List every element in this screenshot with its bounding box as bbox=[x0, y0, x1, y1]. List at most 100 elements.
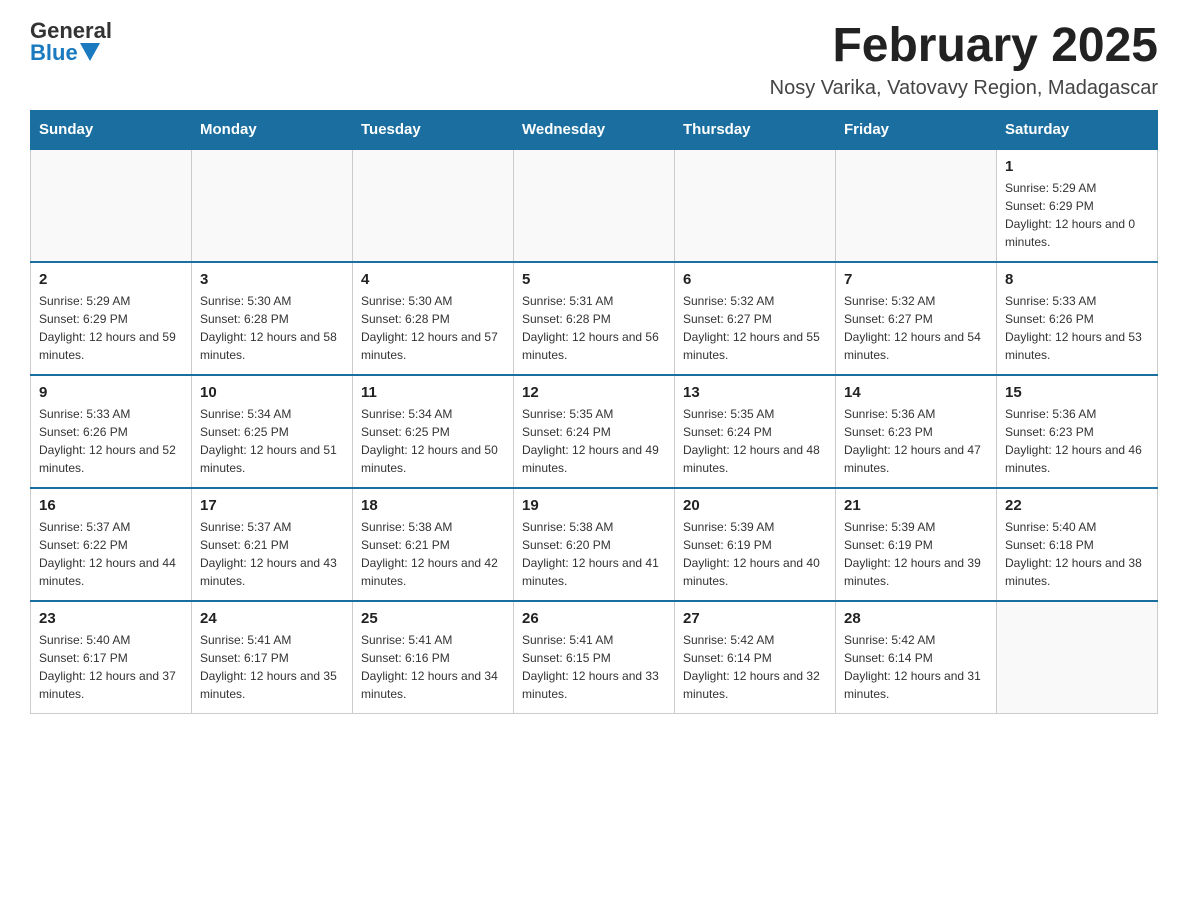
day-info-line: Daylight: 12 hours and 54 minutes. bbox=[844, 328, 988, 364]
day-info-line: Sunrise: 5:39 AM bbox=[844, 518, 988, 536]
header-row: Sunday Monday Tuesday Wednesday Thursday… bbox=[31, 110, 1158, 149]
day-info-line: Daylight: 12 hours and 33 minutes. bbox=[522, 667, 666, 703]
day-number: 7 bbox=[844, 271, 988, 288]
day-info-line: Daylight: 12 hours and 42 minutes. bbox=[361, 554, 505, 590]
col-monday: Monday bbox=[192, 110, 353, 149]
day-info-line: Sunset: 6:28 PM bbox=[200, 310, 344, 328]
calendar-week-row: 1Sunrise: 5:29 AMSunset: 6:29 PMDaylight… bbox=[31, 149, 1158, 262]
day-info-line: Sunset: 6:24 PM bbox=[683, 423, 827, 441]
day-number: 8 bbox=[1005, 271, 1149, 288]
calendar-cell: 10Sunrise: 5:34 AMSunset: 6:25 PMDayligh… bbox=[192, 375, 353, 488]
day-info-line: Daylight: 12 hours and 57 minutes. bbox=[361, 328, 505, 364]
day-info-line: Sunset: 6:16 PM bbox=[361, 649, 505, 667]
day-info-line: Sunset: 6:27 PM bbox=[683, 310, 827, 328]
calendar-week-row: 16Sunrise: 5:37 AMSunset: 6:22 PMDayligh… bbox=[31, 488, 1158, 601]
day-info-line: Daylight: 12 hours and 35 minutes. bbox=[200, 667, 344, 703]
calendar-cell: 17Sunrise: 5:37 AMSunset: 6:21 PMDayligh… bbox=[192, 488, 353, 601]
day-info-line: Sunrise: 5:38 AM bbox=[361, 518, 505, 536]
day-info-line: Sunset: 6:23 PM bbox=[1005, 423, 1149, 441]
calendar-cell bbox=[836, 149, 997, 262]
day-info-line: Sunrise: 5:42 AM bbox=[683, 631, 827, 649]
day-info-line: Sunrise: 5:37 AM bbox=[200, 518, 344, 536]
day-number: 5 bbox=[522, 271, 666, 288]
calendar-cell: 4Sunrise: 5:30 AMSunset: 6:28 PMDaylight… bbox=[353, 262, 514, 375]
day-info-line: Sunset: 6:14 PM bbox=[683, 649, 827, 667]
day-info-line: Sunrise: 5:29 AM bbox=[1005, 179, 1149, 197]
day-info-line: Sunset: 6:14 PM bbox=[844, 649, 988, 667]
calendar-cell bbox=[514, 149, 675, 262]
day-info-line: Sunset: 6:25 PM bbox=[361, 423, 505, 441]
day-info-line: Sunrise: 5:40 AM bbox=[39, 631, 183, 649]
calendar-cell: 26 Sunrise: 5:41 AMSunset: 6:15 PMDayligh… bbox=[514, 601, 675, 714]
day-info-line: Daylight: 12 hours and 47 minutes. bbox=[844, 441, 988, 477]
calendar-cell: 19Sunrise: 5:38 AMSunset: 6:20 PMDayligh… bbox=[514, 488, 675, 601]
day-info-line: Sunset: 6:27 PM bbox=[844, 310, 988, 328]
day-info-line: Daylight: 12 hours and 31 minutes. bbox=[844, 667, 988, 703]
day-info-line: Sunrise: 5:34 AM bbox=[200, 405, 344, 423]
calendar-cell: 20Sunrise: 5:39 AMSunset: 6:19 PMDayligh… bbox=[675, 488, 836, 601]
day-info-line: Sunrise: 5:37 AM bbox=[39, 518, 183, 536]
day-number: 26 bbox=[522, 610, 666, 627]
day-info-line: Sunset: 6:20 PM bbox=[522, 536, 666, 554]
day-info-line: Daylight: 12 hours and 34 minutes. bbox=[361, 667, 505, 703]
day-info-line: Sunrise: 5:29 AM bbox=[39, 292, 183, 310]
day-number: 25 bbox=[361, 610, 505, 627]
col-wednesday: Wednesday bbox=[514, 110, 675, 149]
calendar-cell: 27Sunrise: 5:42 AMSunset: 6:14 PMDayligh… bbox=[675, 601, 836, 714]
col-thursday: Thursday bbox=[675, 110, 836, 149]
day-info-line: Daylight: 12 hours and 43 minutes. bbox=[200, 554, 344, 590]
calendar-cell: 9Sunrise: 5:33 AMSunset: 6:26 PMDaylight… bbox=[31, 375, 192, 488]
day-info-line: Sunset: 6:21 PM bbox=[200, 536, 344, 554]
day-number: 4 bbox=[361, 271, 505, 288]
calendar-cell: 24Sunrise: 5:41 AMSunset: 6:17 PMDayligh… bbox=[192, 601, 353, 714]
day-info-line: Daylight: 12 hours and 46 minutes. bbox=[1005, 441, 1149, 477]
day-info-line: Sunset: 6:22 PM bbox=[39, 536, 183, 554]
calendar-cell bbox=[31, 149, 192, 262]
day-info-line: Sunrise: 5:42 AM bbox=[844, 631, 988, 649]
day-info-line: Sunset: 6:25 PM bbox=[200, 423, 344, 441]
calendar-cell: 6Sunrise: 5:32 AMSunset: 6:27 PMDaylight… bbox=[675, 262, 836, 375]
day-number: 23 bbox=[39, 610, 183, 627]
day-info-line: Sunset: 6:17 PM bbox=[200, 649, 344, 667]
day-info-line: Daylight: 12 hours and 56 minutes. bbox=[522, 328, 666, 364]
day-info-line: Daylight: 12 hours and 51 minutes. bbox=[200, 441, 344, 477]
calendar-week-row: 2Sunrise: 5:29 AMSunset: 6:29 PMDaylight… bbox=[31, 262, 1158, 375]
calendar-cell: 11Sunrise: 5:34 AMSunset: 6:25 PMDayligh… bbox=[353, 375, 514, 488]
day-info-line: Daylight: 12 hours and 0 minutes. bbox=[1005, 215, 1149, 251]
day-info-line: Sunrise: 5:38 AM bbox=[522, 518, 666, 536]
day-info-line: Daylight: 12 hours and 40 minutes. bbox=[683, 554, 827, 590]
day-number: 15 bbox=[1005, 384, 1149, 401]
day-info-line: Sunrise: 5:32 AM bbox=[683, 292, 827, 310]
day-info-line: Daylight: 12 hours and 59 minutes. bbox=[39, 328, 183, 364]
logo: General Blue bbox=[30, 20, 112, 64]
day-info-line: Sunset: 6:18 PM bbox=[1005, 536, 1149, 554]
month-title: February 2025 bbox=[770, 20, 1158, 73]
logo-blue-text: Blue bbox=[30, 42, 78, 64]
day-info-line: Sunrise: 5:30 AM bbox=[361, 292, 505, 310]
day-info-line: Sunrise: 5:30 AM bbox=[200, 292, 344, 310]
col-friday: Friday bbox=[836, 110, 997, 149]
day-info-line: Daylight: 12 hours and 48 minutes. bbox=[683, 441, 827, 477]
calendar-cell: 28 Sunrise: 5:42 AMSunset: 6:14 PMDayligh… bbox=[836, 601, 997, 714]
day-number: 20 bbox=[683, 497, 827, 514]
col-sunday: Sunday bbox=[31, 110, 192, 149]
day-number: 13 bbox=[683, 384, 827, 401]
day-info-line: Sunrise: 5:39 AM bbox=[683, 518, 827, 536]
calendar-cell: 21Sunrise: 5:39 AMSunset: 6:19 PMDayligh… bbox=[836, 488, 997, 601]
calendar-cell: 16Sunrise: 5:37 AMSunset: 6:22 PMDayligh… bbox=[31, 488, 192, 601]
day-info-line: Daylight: 12 hours and 41 minutes. bbox=[522, 554, 666, 590]
day-info-line: Sunset: 6:15 PM bbox=[522, 649, 666, 667]
day-info-line: Daylight: 12 hours and 49 minutes. bbox=[522, 441, 666, 477]
day-info-line: Sunset: 6:19 PM bbox=[844, 536, 988, 554]
day-info-line: Sunrise: 5:41 AM bbox=[361, 631, 505, 649]
day-number: 9 bbox=[39, 384, 183, 401]
day-info-line: Sunrise: 5:41 AM bbox=[522, 631, 666, 649]
day-number: 1 bbox=[1005, 158, 1149, 175]
col-tuesday: Tuesday bbox=[353, 110, 514, 149]
calendar-cell: 5Sunrise: 5:31 AMSunset: 6:28 PMDaylight… bbox=[514, 262, 675, 375]
day-info-line: Daylight: 12 hours and 52 minutes. bbox=[39, 441, 183, 477]
calendar-cell: 15Sunrise: 5:36 AMSunset: 6:23 PMDayligh… bbox=[997, 375, 1158, 488]
calendar-table: Sunday Monday Tuesday Wednesday Thursday… bbox=[30, 110, 1158, 714]
calendar-cell: 1Sunrise: 5:29 AMSunset: 6:29 PMDaylight… bbox=[997, 149, 1158, 262]
day-number: 28 bbox=[844, 610, 988, 627]
